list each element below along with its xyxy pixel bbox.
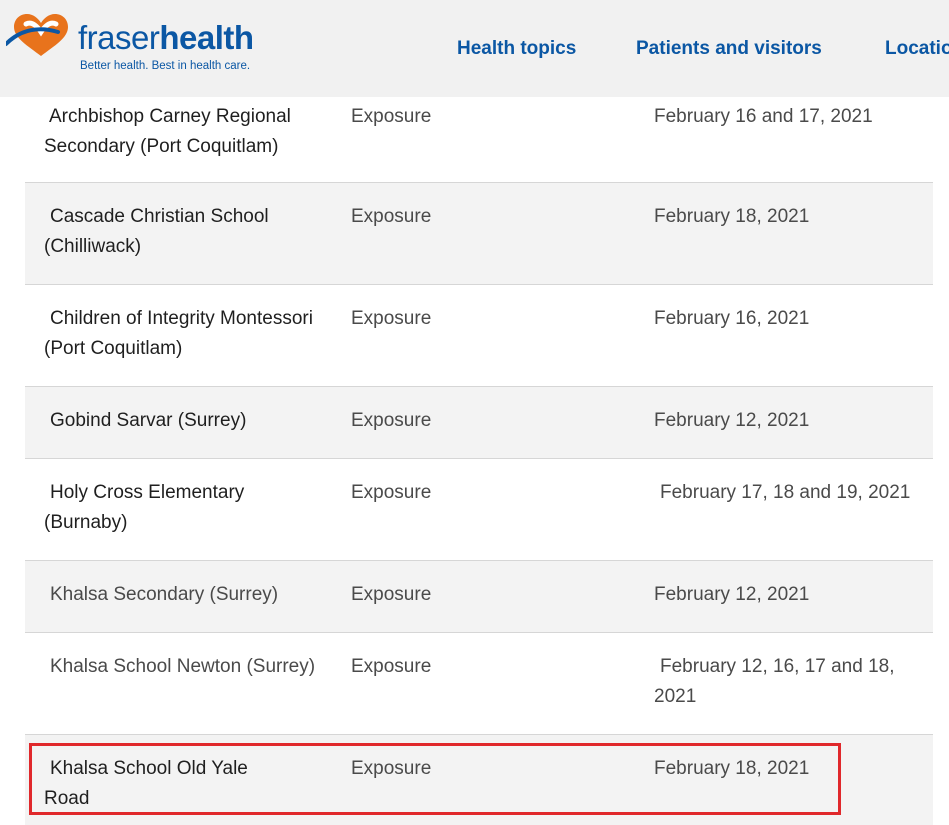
nav-health-topics[interactable]: Health topics — [457, 38, 576, 60]
notification-type: Exposure — [351, 206, 432, 227]
school-name: Archbishop Carney Regional Secondary (Po… — [44, 106, 291, 157]
table-row: Khalsa Secondary (Surrey) Exposure Febru… — [25, 561, 933, 633]
logo-tagline: Better health. Best in health care. — [80, 60, 251, 72]
table-row: Cascade Christian School (Chilliwack) Ex… — [25, 183, 933, 285]
notification-type: Exposure — [351, 584, 432, 605]
table-row: Gobind Sarvar (Surrey) Exposure February… — [25, 387, 933, 459]
school-exposures-table: Archbishop Carney Regional Secondary (Po… — [25, 97, 933, 825]
notification-type: Exposure — [351, 656, 432, 677]
exposure-dates: February 18, 2021 — [654, 758, 810, 779]
notification-type: Exposure — [351, 482, 432, 503]
nav-locations[interactable]: Locatio — [885, 38, 949, 60]
school-name: Khalsa School Old Yale Road — [44, 758, 248, 809]
exposure-dates: February 18, 2021 — [654, 206, 810, 227]
exposure-dates: February 12, 2021 — [654, 584, 810, 605]
exposure-dates: February 16, 2021 — [654, 308, 810, 329]
table-row: Khalsa School Old Yale Road Exposure Feb… — [25, 735, 933, 825]
table-row: Archbishop Carney Regional Secondary (Po… — [25, 97, 933, 183]
notification-type: Exposure — [351, 106, 432, 127]
notification-type: Exposure — [351, 758, 432, 779]
heart-logo-icon — [6, 14, 68, 56]
table-row: Children of Integrity Montessori (Port C… — [25, 285, 933, 387]
school-name: Khalsa Secondary (Surrey) — [50, 584, 279, 605]
logo-wordmark: fraserhealth — [78, 19, 254, 56]
exposure-dates: February 12, 16, 17 and 18, 2021 — [654, 656, 895, 707]
fraserhealth-logo[interactable]: fraserhealth Better health. Best in heal… — [6, 10, 254, 80]
school-name: Gobind Sarvar (Surrey) — [50, 410, 247, 431]
table-row: Holy Cross Elementary (Burnaby) Exposure… — [25, 459, 933, 561]
nav-patients-and-visitors[interactable]: Patients and visitors — [636, 38, 822, 60]
site-header: fraserhealth Better health. Best in heal… — [0, 0, 949, 97]
notification-type: Exposure — [351, 410, 432, 431]
school-name: Children of Integrity Montessori (Port C… — [44, 308, 313, 359]
notification-type: Exposure — [351, 308, 432, 329]
table-row: Khalsa School Newton (Surrey) Exposure F… — [25, 633, 933, 735]
school-name: Cascade Christian School (Chilliwack) — [44, 206, 269, 257]
school-name: Khalsa School Newton (Surrey) — [50, 656, 316, 677]
school-name: Holy Cross Elementary (Burnaby) — [44, 482, 245, 533]
exposure-dates: February 12, 2021 — [654, 410, 810, 431]
exposure-dates: February 17, 18 and 19, 2021 — [660, 482, 911, 503]
exposure-dates: February 16 and 17, 2021 — [654, 106, 873, 127]
